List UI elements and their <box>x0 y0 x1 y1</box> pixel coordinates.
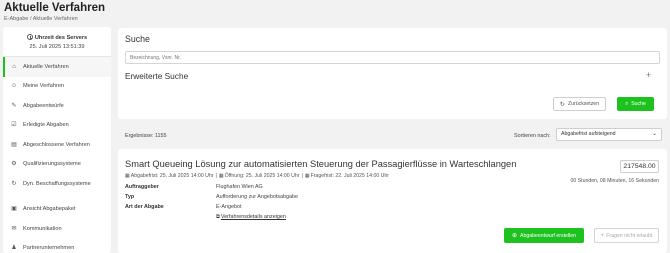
sidebar-item-qualifizierungssysteme[interactable]: ⚙ Qualifizierungssysteme <box>3 155 111 175</box>
advanced-search-toggle[interactable]: Erweiterte Suche <box>125 71 188 81</box>
clock-icon <box>26 34 33 40</box>
plus-icon: + <box>600 232 605 239</box>
detail-value: Flughafen Wien AG <box>216 184 263 190</box>
sidebar: Uhrzeit des Servers 25. Juli 2025 13:51:… <box>3 27 111 253</box>
sidebar-item-label: Aktuelle Verfahren <box>23 63 69 70</box>
cycle-icon: ↻ <box>11 180 17 187</box>
external-link-icon: ⧉ <box>216 214 220 220</box>
sort-select[interactable]: Abgabefrist aufsteigend ⌄ <box>556 128 662 141</box>
date-separator: | <box>215 173 217 179</box>
calendar-icon: ▦ <box>304 173 310 179</box>
reset-button[interactable]: ↻ Zurücksetzen <box>553 97 606 111</box>
sidebar-nav: ⌂ Aktuelle Verfahren ☺ Meine Verfahren ✎… <box>3 57 111 253</box>
refresh-icon: ↻ <box>559 101 565 108</box>
sidebar-item-ansicht-abgabepaket[interactable]: ▣ Ansicht Abgabepaket <box>3 200 111 220</box>
package-icon: ▣ <box>11 206 17 213</box>
users-icon: ♟ <box>11 245 17 252</box>
calendar-icon: ▦ <box>218 173 224 179</box>
sidebar-item-partnerunternehmen[interactable]: ♟ Partnerunternehmen <box>3 239 111 253</box>
server-time-label: Uhrzeit des Servers <box>3 34 111 41</box>
home-icon: ⌂ <box>12 63 16 70</box>
opening-date: Öffnung: 25. Juli 2025 14:00 Uhr <box>224 173 300 179</box>
search-input[interactable] <box>125 51 660 64</box>
check-square-icon: ☑ <box>11 122 17 129</box>
sidebar-item-label: Meine Verfahren <box>23 83 65 90</box>
procedure-dates: ▦Abgabefrist: 25. Juli 2025 14:00 Uhr | ▦Ö… <box>125 173 389 179</box>
sidebar-item-label: Abgabeentwürfe <box>23 102 64 109</box>
search-button[interactable]: ⌕ Suche <box>617 97 654 111</box>
create-draft-button[interactable]: ⊕ Abgabeentwurf erstellen <box>504 228 584 243</box>
server-time-value: 25. Juli 2025 13:51:39 <box>29 44 85 50</box>
sidebar-item-label: Erledigte Abgaben <box>23 122 69 129</box>
server-time-box: Uhrzeit des Servers 25. Juli 2025 13:51:… <box>3 27 111 57</box>
search-title: Suche <box>125 34 150 44</box>
sidebar-item-kommunikation[interactable]: ✉ Kommunikation <box>3 219 111 239</box>
sidebar-item-label: Ansicht Abgabepaket <box>23 206 76 213</box>
procedure-details-link[interactable]: ⧉Verfahrensdetails anzeigen <box>216 214 286 221</box>
sidebar-item-label: Qualifizierungssysteme <box>23 161 81 168</box>
plus-icon[interactable]: + <box>646 70 651 80</box>
detail-key: Typ <box>125 194 135 200</box>
detail-key: Art der Abgabe <box>125 204 164 210</box>
questions-not-allowed-button[interactable]: + Fragen nicht erlaubt <box>594 228 659 243</box>
procedure-id: 217548.00 <box>620 160 659 173</box>
search-icon: ⌕ <box>625 100 629 107</box>
sort-label: Sortieren nach: <box>514 133 551 139</box>
plus-icon: ⊕ <box>512 233 518 239</box>
deadline-date: Abgabefrist: 25. Juli 2025 14:00 Uhr <box>130 173 214 179</box>
date-separator: | <box>301 173 303 179</box>
sidebar-item-erledigte-abgaben[interactable]: ☑ Erledigte Abgaben <box>3 116 111 136</box>
breadcrumb: E-Abgabe / Aktuelle Verfahren <box>4 16 78 22</box>
settings-icon: ⚙ <box>11 161 17 168</box>
sidebar-item-label: Abgeschlossene Verfahren <box>23 141 90 148</box>
results-count: Ergebnisse: 1155 <box>125 133 167 139</box>
detail-value: Aufforderung zur Angebotsabgabe <box>216 194 299 200</box>
search-panel: Suche Erweiterte Suche + ↻ Zurücksetzen … <box>118 28 667 119</box>
chat-icon: ✉ <box>11 225 17 232</box>
detail-key: Auftraggeber <box>125 184 159 190</box>
page-header: Aktuelle Verfahren E-Abgabe / Aktuelle V… <box>4 2 105 22</box>
edit-icon: ✎ <box>11 102 17 109</box>
detail-value: E-Angebot <box>216 204 242 210</box>
question-deadline-date: Fragefrist: 22. Juli 2025 14:00 Uhr <box>310 173 390 179</box>
calendar-icon: ▦ <box>125 173 130 179</box>
remaining-time: 00 Stunden, 08 Minuten, 16 Sekunden <box>570 178 659 184</box>
archive-icon: ▤ <box>11 141 17 148</box>
sidebar-item-meine-verfahren[interactable]: ☺ Meine Verfahren <box>3 77 111 97</box>
sidebar-item-label: Partnerunternehmen <box>23 245 75 252</box>
sidebar-item-dyn-beschaffungssysteme[interactable]: ↻ Dyn. Beschaffungssysteme <box>3 174 111 194</box>
page-title: Aktuelle Verfahren <box>4 2 105 14</box>
sidebar-item-label: Dyn. Beschaffungssysteme <box>23 180 91 187</box>
sidebar-item-abgeschlossene-verfahren[interactable]: ▤ Abgeschlossene Verfahren <box>3 135 111 155</box>
sidebar-item-aktuelle-verfahren[interactable]: ⌂ Aktuelle Verfahren <box>3 57 111 77</box>
procedure-card: Smart Queueing Lösung zur automatisierte… <box>118 149 667 253</box>
sidebar-item-abgabeentwuerfe[interactable]: ✎ Abgabeentwürfe <box>3 96 111 116</box>
chevron-down-icon: ⌄ <box>651 131 657 137</box>
procedure-title[interactable]: Smart Queueing Lösung zur automatisierte… <box>125 159 516 169</box>
user-circle-icon: ☺ <box>10 83 18 90</box>
sidebar-item-label: Kommunikation <box>23 225 62 232</box>
